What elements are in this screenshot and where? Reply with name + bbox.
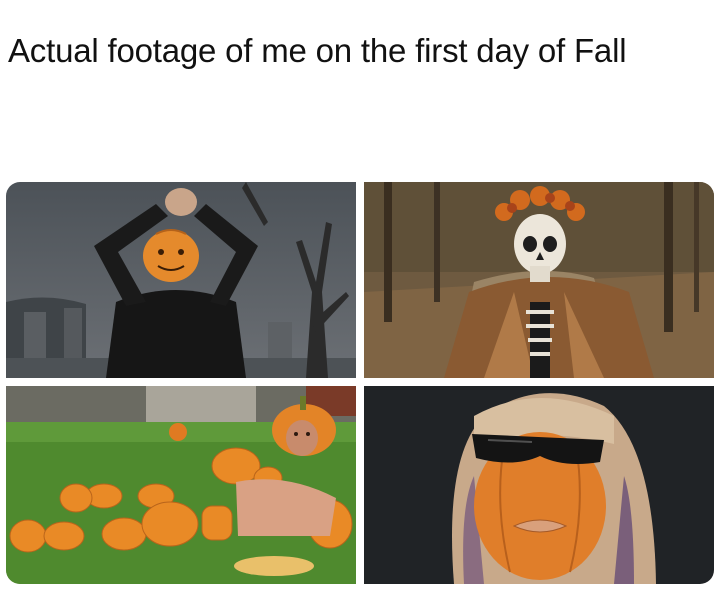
pumpkin-lady-gaga-image [364,386,714,584]
pumpkin-head-dancer-image [6,182,356,378]
post-caption: Actual footage of me on the first day of… [8,32,627,69]
meme-image-grid [6,182,714,584]
pumpkin-body-man-image [6,386,356,584]
skeleton-in-fur-coat-image [364,182,714,378]
